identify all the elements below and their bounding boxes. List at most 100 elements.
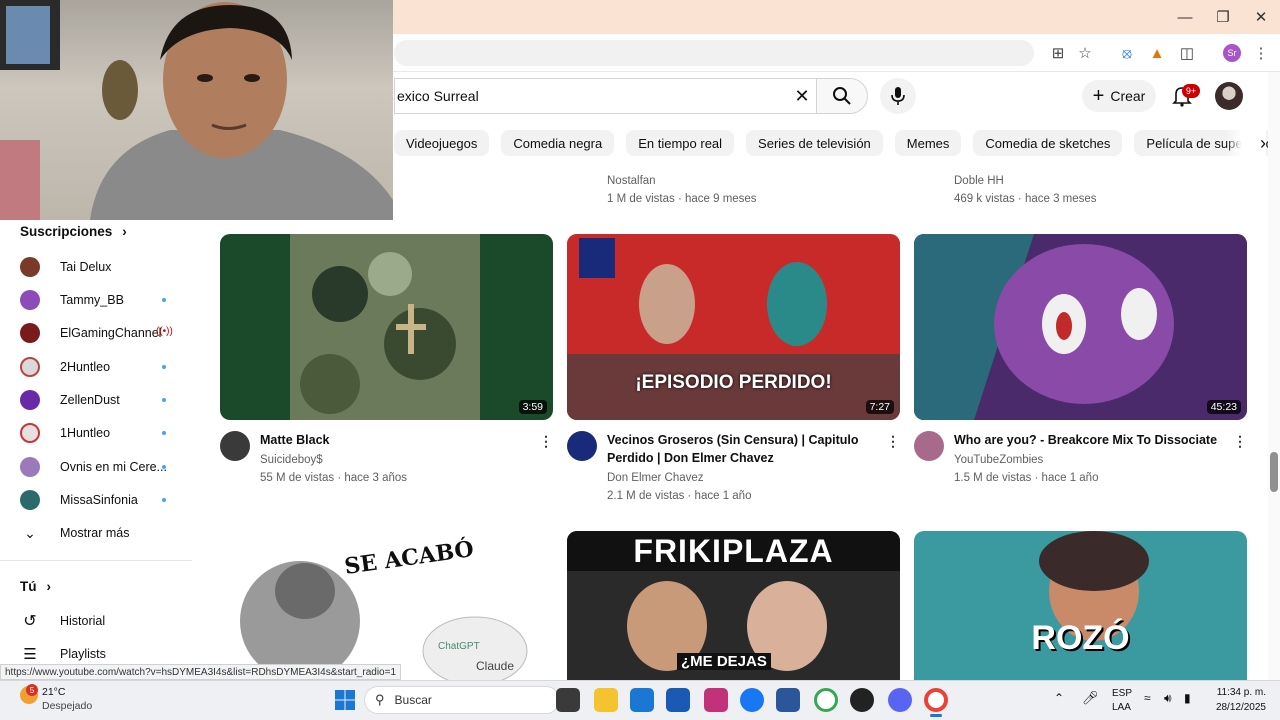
video-thumbnail[interactable]: 3:59 [220,234,553,420]
profile-button[interactable]: Sr [1221,42,1243,64]
create-button[interactable]: + Crear [1082,80,1156,112]
sidebar-divider [0,560,192,561]
scrollbar-thumb[interactable] [1270,452,1278,492]
more-options-icon[interactable]: ⋮ [538,433,554,449]
file-explorer-icon[interactable] [594,688,618,712]
clear-search-icon[interactable]: ✕ [792,86,812,106]
you-heading[interactable]: Tú › [20,579,51,594]
channel-avatar[interactable] [220,431,250,461]
video-thumbnail[interactable]: ¡EPISODIO PERDIDO! 7:27 [567,234,900,420]
sidebar-item-history[interactable]: ↺ Historial [20,606,180,636]
clock-time[interactable]: 11:34 p. m. [1206,687,1266,698]
thumbnail-art [914,234,1247,420]
clock-date[interactable]: 28/12/2025 [1206,702,1266,713]
new-content-dot [162,298,166,302]
filter-chips-bar: Videojuegos Comedia negra En tiempo real… [394,130,1280,156]
taskbar-search[interactable]: ⚲ Buscar [364,686,560,714]
chrome-alt-icon[interactable] [814,688,838,712]
search-input[interactable]: exico Surreal [394,78,816,114]
video-title[interactable]: Who are you? - Breakcore Mix To Dissocia… [954,431,1234,449]
task-view-icon[interactable] [556,688,580,712]
video-title-line2[interactable]: Perdido | Don Elmer Chavez [607,449,887,467]
maximize-button[interactable]: ❐ [1204,0,1242,34]
sidebar-item-1huntleo[interactable]: 1Huntleo [20,418,180,448]
volume-icon[interactable]: 🔊︎ [1164,691,1172,706]
start-windows-icon[interactable] [334,689,356,711]
chevron-right-icon: › [122,224,127,239]
video-channel-name[interactable]: YouTubeZombies [954,451,1043,469]
channel-avatar [20,490,40,510]
video-title[interactable]: Matte Black [260,431,530,449]
outlook-icon[interactable] [666,688,690,712]
store-icon[interactable] [630,688,654,712]
battery-icon[interactable]: ▮ [1184,691,1191,705]
browser-menu-icon[interactable]: ⋮ [1250,42,1272,64]
chrome-icon[interactable] [924,688,948,712]
discord-icon[interactable] [888,688,912,712]
you-label: Tú [20,579,37,594]
close-window-button[interactable]: ✕ [1242,0,1280,34]
video-channel-name[interactable]: Doble HH [954,172,1004,190]
account-avatar[interactable] [1215,82,1243,110]
channel-avatar[interactable] [567,431,597,461]
active-app-indicator [930,714,942,717]
input-language-secondary[interactable]: LAA [1112,702,1131,714]
weather-temp[interactable]: 21°C [42,686,65,698]
facebook-icon[interactable] [740,688,764,712]
video-thumbnail[interactable]: FRIKIPLAZA ¿ME DEJAS [567,531,900,680]
sidebar-item-missasinfonia[interactable]: MissaSinfonia [20,485,180,515]
sidebar-item-ovnis[interactable]: Ovnis en mi Cere... [20,452,180,482]
word-icon[interactable] [776,688,800,712]
tray-mic-icon[interactable]: 🎤︎ [1082,690,1099,706]
video-thumbnail[interactable]: SE ACABÓ ChatGPT Claude [220,531,553,680]
show-more-button[interactable]: ⌄ Mostrar más [20,518,180,548]
sidebar-item-tammy-bb[interactable]: Tammy_BB [20,285,180,315]
chip-series-de-television[interactable]: Series de televisión [746,130,883,156]
more-options-icon[interactable]: ⋮ [1232,433,1248,449]
minimize-button[interactable]: — [1166,0,1204,34]
chip-videojuegos[interactable]: Videojuegos [394,130,490,156]
sidebar-item-zellendust[interactable]: ZellenDust [20,385,180,415]
chips-next-arrow-icon[interactable]: › [1226,130,1266,156]
sidebar-item-2huntleo[interactable]: 2Huntleo [20,352,180,382]
instagram-icon[interactable] [704,688,728,712]
create-label: Crear [1110,88,1146,104]
video-title[interactable]: Vecinos Groseros (Sin Censura) | Capitul… [607,431,887,449]
channel-avatar[interactable] [914,431,944,461]
tray-overflow-icon[interactable]: ⌃ [1054,691,1064,705]
video-thumbnail[interactable]: ROZÓ [914,531,1247,680]
address-bar[interactable] [394,40,1034,66]
extensions-puzzle-icon[interactable]: ◫ [1176,42,1198,64]
weather-badge: 5 [26,684,38,696]
channel-avatar [20,423,40,443]
chip-comedia-de-sketches[interactable]: Comedia de sketches [973,130,1123,156]
subscriptions-heading[interactable]: Suscripciones › [20,224,127,239]
more-options-icon[interactable]: ⋮ [885,433,901,449]
sidebar-item-label: Playlists [60,647,106,661]
search-button[interactable] [816,78,868,114]
subscriptions-label: Suscripciones [20,224,113,239]
chip-memes[interactable]: Memes [894,130,962,156]
video-thumbnail[interactable]: 45:23 [914,234,1247,420]
bookmark-star-icon[interactable]: ☆ [1074,42,1096,64]
new-content-dot [162,365,166,369]
voice-search-button[interactable] [880,78,916,114]
new-content-dot [162,398,166,402]
chip-en-tiempo-real[interactable]: En tiempo real [626,130,735,156]
video-channel-name[interactable]: Nostalfan [607,172,656,190]
install-app-icon[interactable]: ⊞ [1047,42,1069,64]
extension-flame-icon[interactable]: ▲ [1146,42,1168,64]
new-content-dot [162,465,166,469]
input-language-primary[interactable]: ESP [1112,688,1132,700]
show-more-label: Mostrar más [60,526,130,540]
sidebar-item-tai-delux[interactable]: Tai Delux [20,252,180,282]
app-icon[interactable] [850,688,874,712]
page-scrollbar[interactable] [1268,72,1280,680]
wifi-icon[interactable]: ≈ [1144,691,1151,705]
sidebar-item-label: ElGamingChannel [60,326,162,340]
chip-comedia-negra[interactable]: Comedia negra [501,130,615,156]
video-channel-name[interactable]: Suicideboy$ [260,451,323,469]
weather-status[interactable]: Despejado [42,700,92,712]
extension-icon[interactable]: ⦻ [1116,42,1138,64]
video-channel-name[interactable]: Don Elmer Chavez [607,469,704,487]
